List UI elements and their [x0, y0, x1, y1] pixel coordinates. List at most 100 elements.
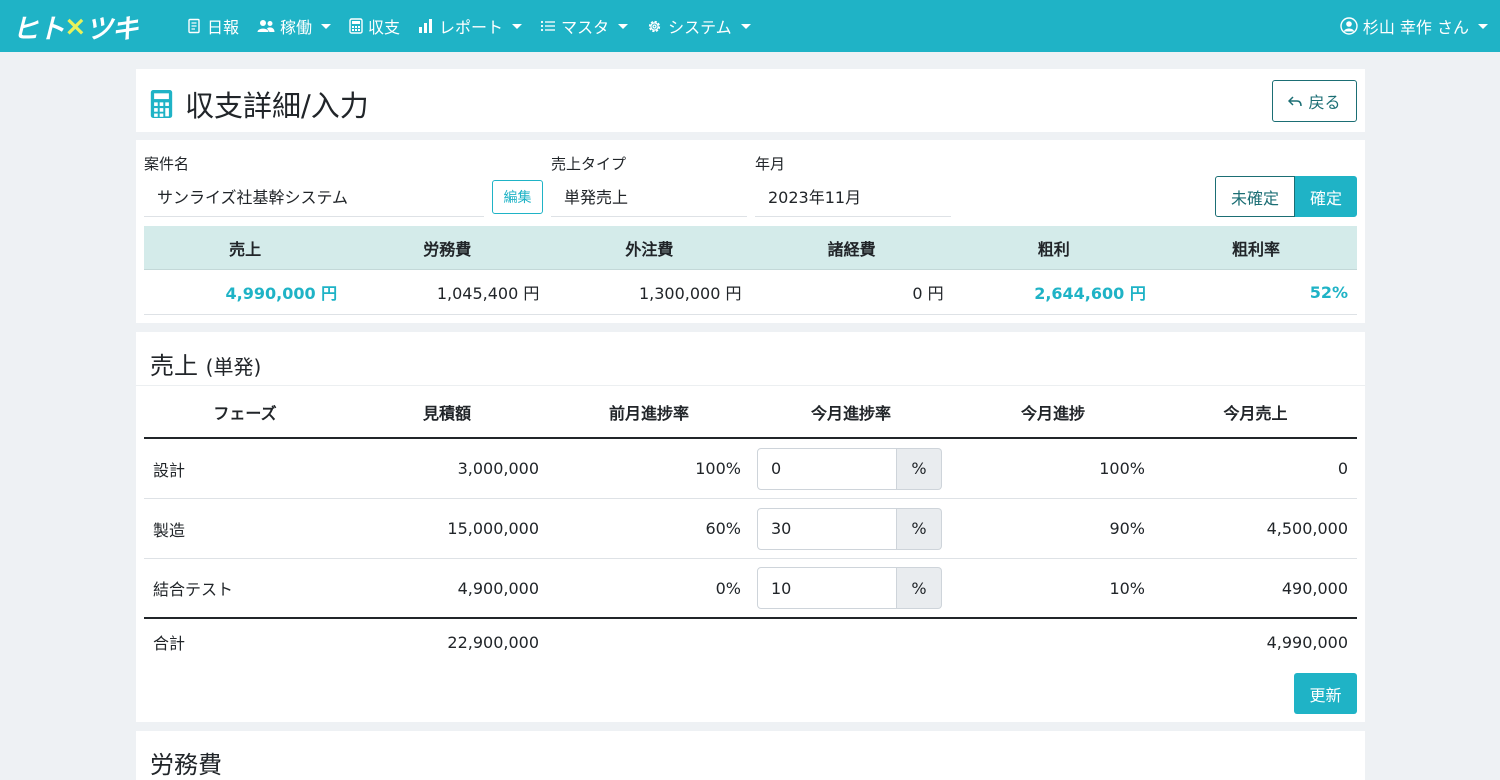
summary-header-outsourcing: 外注費	[625, 239, 674, 259]
sales-table: フェーズ 見積額 前月進捗率 今月進捗率 今月進捗 今月売上 設計 3,000,…	[144, 387, 1357, 665]
header-estimate: 見積額	[422, 404, 471, 423]
unconfirmed-button[interactable]: 未確定	[1215, 176, 1295, 217]
nav-item-label: システム	[668, 18, 732, 37]
summary-value-labor: 1,045,400 円	[436, 284, 540, 303]
this-rate-input[interactable]: 10	[757, 567, 897, 609]
empty-cell	[750, 619, 952, 665]
summary-header-gross-margin: 粗利率	[1231, 239, 1280, 259]
sales-card: 売上 (単発) フェーズ 見積額 前月進捗率 今月進捗率 今月進捗 今月売上 設…	[136, 332, 1365, 722]
project-name-label: 案件名	[144, 155, 190, 173]
summary-value-sales: 4,990,000 円	[225, 284, 338, 303]
percent-addon: %	[897, 447, 942, 490]
back-button[interactable]: 戻る	[1272, 80, 1357, 122]
nav-item-income[interactable]: 収支	[349, 0, 400, 52]
summary-header-expenses: 諸経費	[827, 239, 876, 259]
header-sales: 今月売上	[1223, 404, 1288, 423]
cell-this-rate: 10 %	[750, 559, 952, 617]
report-icon	[188, 18, 200, 34]
rate-input-group: 10 %	[757, 567, 942, 609]
top-navbar: ヒト × ツキ 日報 稼働 収支 レポート マスタ システム 杉山 幸作 さん	[0, 0, 1500, 52]
caret-down-icon	[1478, 23, 1488, 29]
cell-progress: 10%	[1109, 578, 1145, 598]
cell-prev-rate: 0%	[715, 578, 741, 598]
month-value: 2023年11月	[755, 175, 951, 217]
update-button[interactable]: 更新	[1294, 673, 1357, 714]
sales-section-title: 売上 (単発)	[150, 346, 261, 381]
nav-item-daily-report[interactable]: 日報	[186, 0, 239, 52]
empty-cell	[952, 619, 1154, 665]
summary-table-row: 4,990,000 円 1,045,400 円 1,300,000 円 0 円 …	[144, 270, 1357, 315]
nav-item-label: 日報	[207, 18, 240, 37]
nav-item-report[interactable]: レポート	[418, 0, 523, 52]
summary-header-gross-profit: 粗利	[1037, 239, 1070, 259]
nav-item-label: 収支	[368, 18, 401, 37]
status-toggle: 未確定 確定	[1215, 176, 1357, 217]
edit-project-button[interactable]: 編集	[492, 180, 543, 214]
calculator-icon	[349, 18, 363, 34]
header-progress: 今月進捗	[1020, 404, 1085, 423]
caret-down-icon	[321, 23, 332, 29]
nav-item-label: レポート	[439, 18, 504, 37]
summary-table-header: 売上 労務費 外注費 諸経費 粗利 粗利率	[144, 226, 1357, 270]
cell-phase: 製造	[153, 520, 186, 540]
sales-title-sub: (単発)	[205, 355, 262, 379]
nav-menu: 日報 稼働 収支 レポート マスタ システム	[186, 0, 769, 52]
nav-item-label: マスタ	[561, 18, 610, 37]
nav-item-operation[interactable]: 稼働	[257, 0, 332, 52]
user-icon	[1340, 17, 1358, 35]
sales-type-value: 単発売上	[551, 175, 747, 217]
this-rate-input[interactable]: 30	[757, 507, 897, 550]
cell-phase: 設計	[153, 460, 186, 480]
cell-this-rate: 0 %	[750, 439, 952, 498]
sales-type-label: 売上タイプ	[551, 155, 627, 173]
percent-addon: %	[897, 507, 942, 550]
total-estimate: 22,900,000	[447, 632, 539, 652]
cell-phase: 結合テスト	[153, 580, 234, 599]
page-title: 収支詳細/入力	[150, 83, 369, 125]
summary-value-outsourcing: 1,300,000 円	[638, 284, 742, 303]
title-card: 収支詳細/入力 戻る	[136, 69, 1365, 132]
sales-table-header: フェーズ 見積額 前月進捗率 今月進捗率 今月進捗 今月売上	[144, 387, 1357, 439]
cell-sales: 490,000	[1281, 578, 1348, 598]
summary-card: 案件名 サンライズ社基幹システム 編集 売上タイプ 単発売上 年月 2023年1…	[136, 140, 1365, 323]
table-row: 設計 3,000,000 100% 0 % 100% 0	[144, 439, 1357, 499]
cell-this-rate: 30 %	[750, 499, 952, 558]
table-row: 製造 15,000,000 60% 30 % 90% 4,500,000	[144, 499, 1357, 559]
section-divider	[136, 385, 1365, 386]
this-rate-input[interactable]: 0	[757, 447, 897, 490]
brand-text-suffix: ツキ	[85, 13, 139, 45]
brand-text-prefix: ヒト	[12, 13, 65, 45]
caret-down-icon	[740, 23, 751, 29]
summary-value-gross-margin: 52%	[1309, 282, 1349, 302]
cell-sales: 0	[1337, 459, 1348, 478]
calculator-icon	[150, 90, 173, 118]
page-title-text: 収支詳細/入力	[185, 89, 369, 123]
summary-value-expenses: 0 円	[912, 284, 944, 303]
rate-input-group: 0 %	[757, 447, 942, 490]
back-arrow-icon	[1288, 96, 1303, 107]
nav-item-master[interactable]: マスタ	[540, 0, 629, 52]
rate-input-group: 30 %	[757, 507, 942, 550]
summary-header-labor: 労務費	[423, 239, 472, 259]
nav-item-system[interactable]: システム	[646, 0, 751, 52]
cell-estimate: 4,900,000	[457, 578, 539, 598]
caret-down-icon	[512, 23, 523, 29]
confirmed-button[interactable]: 確定	[1295, 176, 1357, 217]
user-menu[interactable]: 杉山 幸作 さん	[1340, 0, 1488, 52]
cell-prev-rate: 60%	[705, 519, 741, 538]
summary-value-gross-profit: 2,644,600 円	[1034, 284, 1146, 303]
month-label: 年月	[755, 155, 786, 173]
user-name: 杉山 幸作 さん	[1362, 18, 1469, 37]
cell-progress: 90%	[1109, 519, 1145, 538]
brand-mark: ×	[64, 10, 87, 42]
total-label: 合計	[153, 634, 186, 653]
brand-logo[interactable]: ヒト × ツキ	[12, 8, 139, 45]
summary-header-sales: 売上	[229, 239, 262, 259]
percent-addon: %	[897, 567, 942, 609]
cell-prev-rate: 100%	[695, 459, 741, 478]
gear-icon	[648, 20, 661, 32]
cell-estimate: 15,000,000	[447, 519, 539, 538]
header-prev-rate: 前月進捗率	[608, 404, 689, 423]
back-button-label: 戻る	[1308, 93, 1341, 112]
total-sales: 4,990,000	[1266, 632, 1348, 652]
